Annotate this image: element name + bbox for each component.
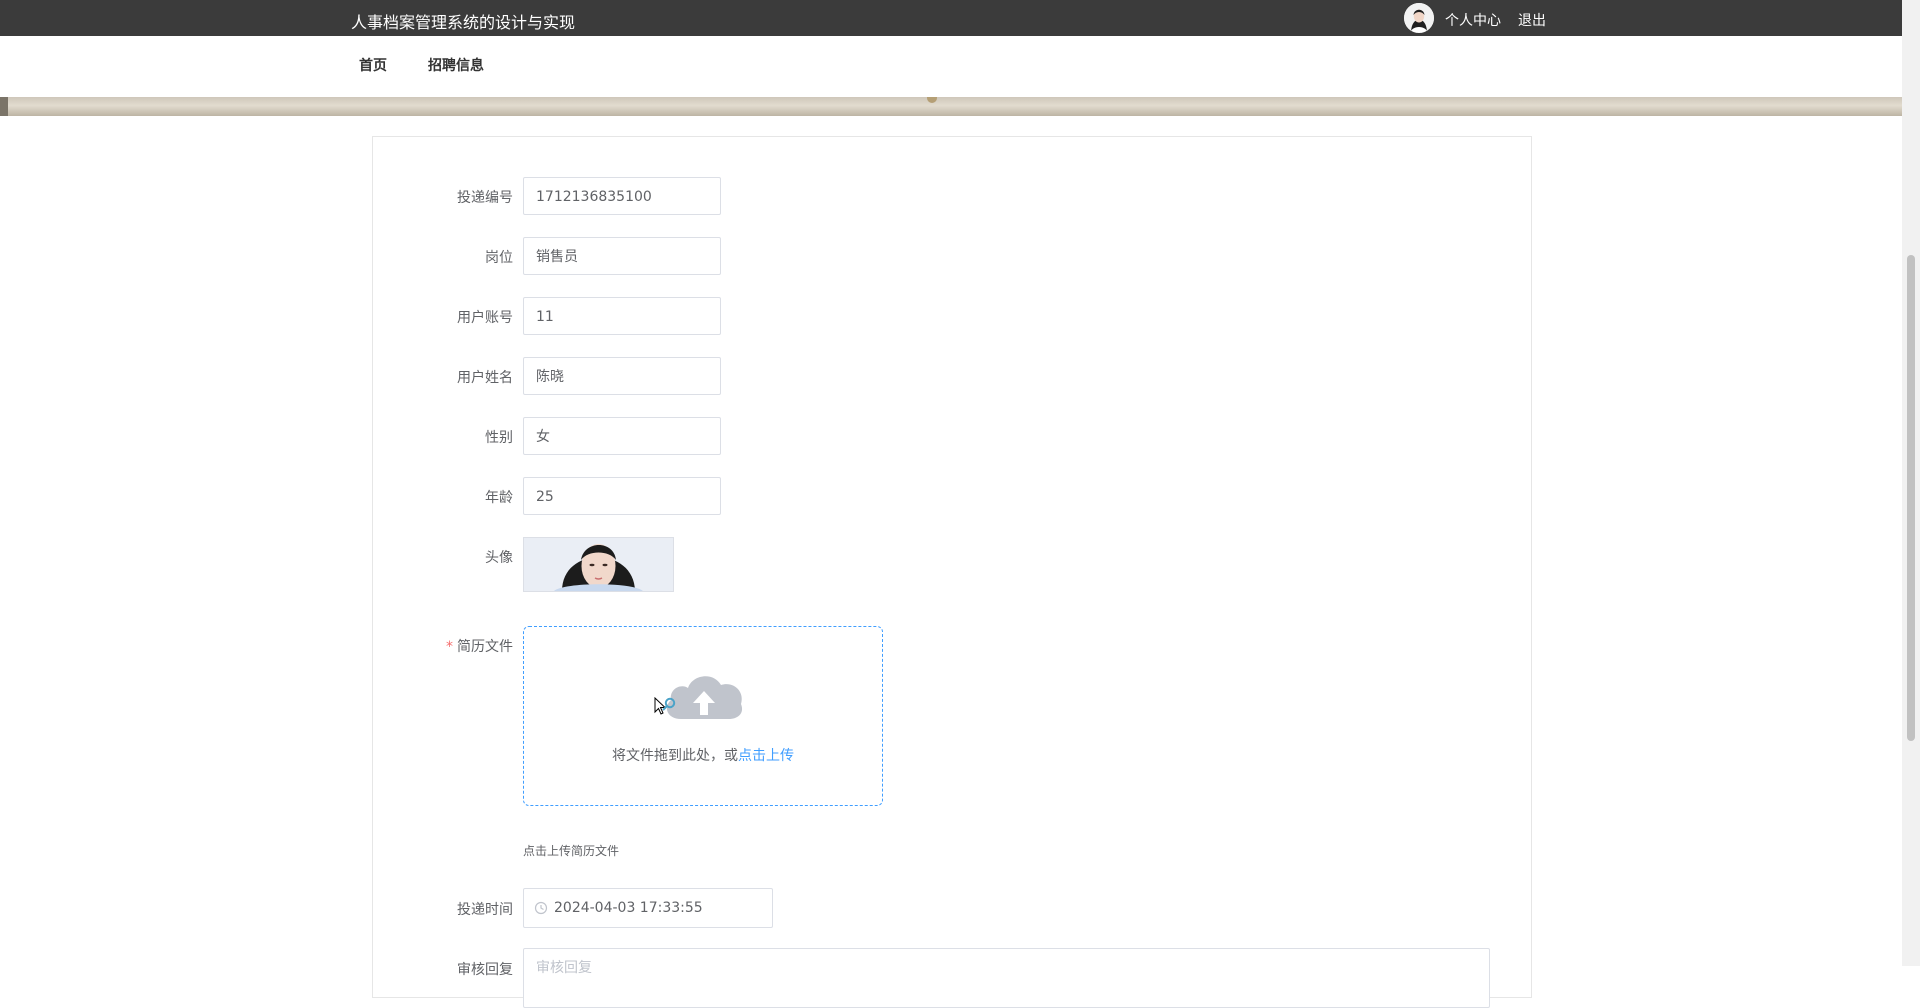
banner-image — [0, 97, 1902, 116]
top-bar: 人事档案管理系统的设计与实现 个人中心 退出 — [0, 0, 1902, 36]
upload-hint: 将文件拖到此处，或点击上传 — [524, 745, 882, 765]
main-nav: 首页 招聘信息 — [0, 36, 1902, 97]
gender-field[interactable]: 女 — [523, 417, 721, 455]
mouse-cursor-icon — [654, 697, 676, 715]
age-label: 年龄 — [485, 490, 513, 506]
nav-item-recruitment[interactable]: 招聘信息 — [428, 55, 484, 75]
age-field[interactable]: 25 — [523, 477, 721, 515]
logout-link[interactable]: 退出 — [1518, 10, 1546, 30]
delivery-no-field[interactable]: 1712136835100 — [523, 177, 721, 215]
banner-edge — [0, 97, 8, 116]
delivery-no-label: 投递编号 — [457, 190, 513, 206]
delivery-time-value: 2024-04-03 17:33:55 — [554, 900, 703, 916]
name-field[interactable]: 陈晓 — [523, 357, 721, 395]
name-label: 用户姓名 — [457, 370, 513, 386]
resume-label-text: 简历文件 — [457, 639, 513, 655]
delivery-time-field[interactable]: 2024-04-03 17:33:55 — [523, 888, 773, 928]
review-reply-field[interactable]: 审核回复 — [523, 948, 1490, 1008]
user-avatar[interactable] — [1404, 3, 1434, 33]
position-field[interactable]: 销售员 — [523, 237, 721, 275]
upload-click-link[interactable]: 点击上传 — [738, 748, 794, 764]
clock-icon — [534, 901, 548, 915]
nav-item-home[interactable]: 首页 — [359, 55, 387, 75]
upload-drop-text: 将文件拖到此处，或 — [612, 748, 738, 764]
avatar-label: 头像 — [485, 550, 513, 566]
review-reply-label: 审核回复 — [457, 962, 513, 978]
scrollbar-thumb[interactable] — [1907, 255, 1915, 741]
avatar-image — [1404, 3, 1434, 33]
gender-label: 性别 — [485, 430, 513, 446]
portrait-image — [524, 538, 673, 591]
resume-label: * 简历文件 — [373, 636, 513, 656]
user-center-link[interactable]: 个人中心 — [1445, 10, 1501, 30]
upload-tip: 点击上传简历文件 — [523, 844, 620, 858]
page-scrollbar[interactable] — [1902, 0, 1920, 966]
account-field[interactable]: 11 — [523, 297, 721, 335]
banner-ornament — [927, 97, 937, 103]
delivery-time-label: 投递时间 — [457, 902, 513, 918]
required-mark: * — [446, 639, 453, 655]
position-label: 岗位 — [485, 250, 513, 266]
account-label: 用户账号 — [457, 310, 513, 326]
site-title: 人事档案管理系统的设计与实现 — [351, 13, 576, 32]
avatar-photo[interactable] — [523, 537, 674, 592]
resume-upload-dropzone[interactable]: 将文件拖到此处，或点击上传 — [523, 626, 883, 806]
